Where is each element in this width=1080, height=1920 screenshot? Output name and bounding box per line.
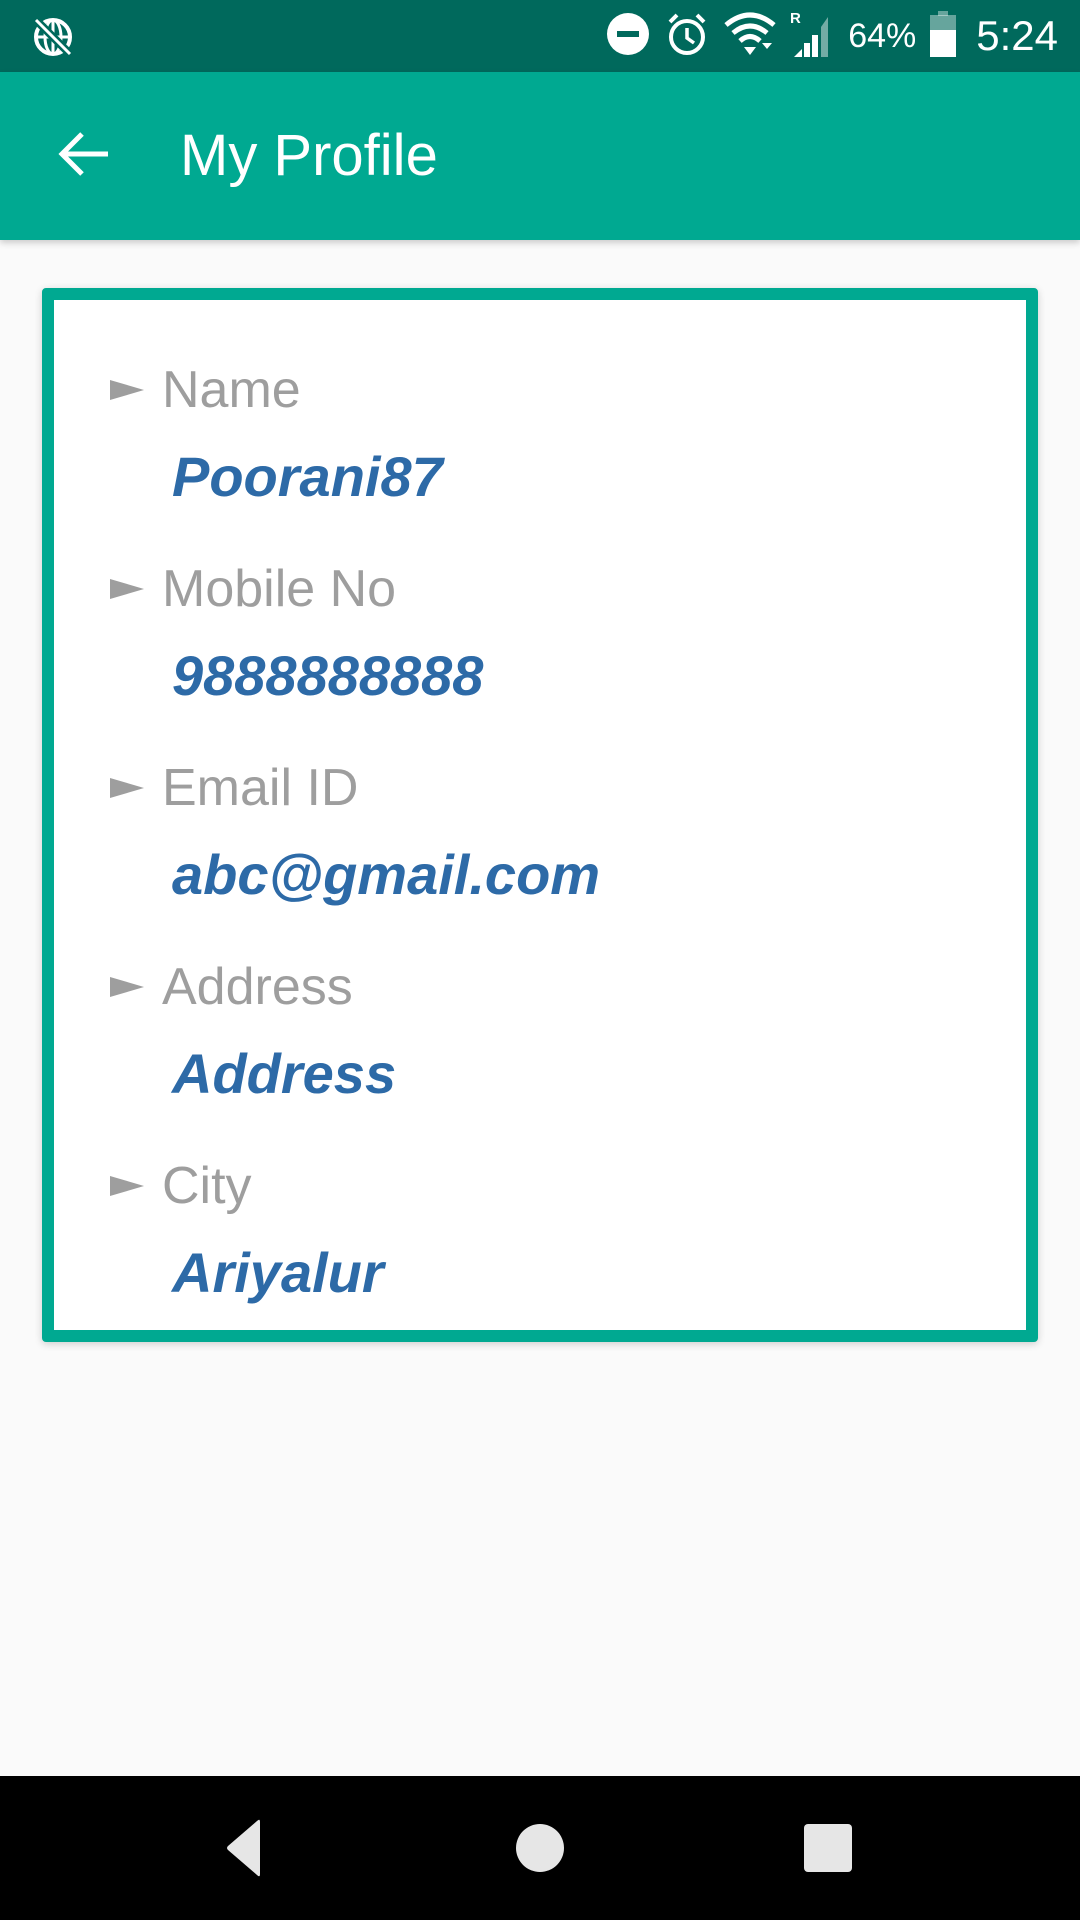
nav-home-button[interactable] [504, 1812, 576, 1884]
data-saver-globe-off-icon [30, 14, 76, 60]
arrow-back-icon [58, 131, 110, 182]
field-value: Address [172, 1042, 397, 1105]
nav-recents-button[interactable] [792, 1812, 864, 1884]
do-not-disturb-icon [606, 12, 650, 61]
field-label: Name [162, 361, 301, 419]
profile-card: Name Poorani87 Mobile No 9888888888 Emai… [42, 288, 1038, 1342]
field-value: Poorani87 [172, 445, 443, 508]
field-label: Email ID [162, 759, 359, 817]
field-label: City [162, 1157, 252, 1215]
battery-percentage: 64% [848, 16, 917, 55]
bullet-arrow-icon [110, 1176, 144, 1196]
system-nav-bar [0, 1776, 1080, 1920]
nav-home-icon [504, 1824, 576, 1888]
svg-text:R: R [790, 10, 801, 27]
page-title: My Profile [180, 123, 438, 188]
field-value: 9888888888 [172, 644, 484, 707]
alarm-icon [664, 11, 710, 62]
bullet-arrow-icon [110, 579, 144, 599]
clock: 5:24 [976, 12, 1058, 59]
field-value: Ariyalur [172, 1241, 384, 1304]
bullet-arrow-icon [110, 380, 144, 400]
bullet-arrow-icon [110, 778, 144, 798]
nav-back-icon [206, 1819, 278, 1888]
field-value: abc@gmail.com [172, 843, 601, 906]
signal-roaming-icon: R [790, 9, 834, 64]
field-label: Mobile No [162, 560, 397, 618]
status-bar: R 64% 5:24 [0, 0, 1080, 72]
field-label: Address [162, 958, 353, 1016]
nav-back-button[interactable] [206, 1812, 278, 1884]
nav-recents-icon [792, 1824, 864, 1888]
battery-icon [930, 10, 957, 62]
wifi-icon [724, 11, 776, 62]
app-bar: My Profile [0, 72, 1080, 240]
back-button[interactable] [40, 112, 128, 200]
bullet-arrow-icon [110, 977, 144, 997]
